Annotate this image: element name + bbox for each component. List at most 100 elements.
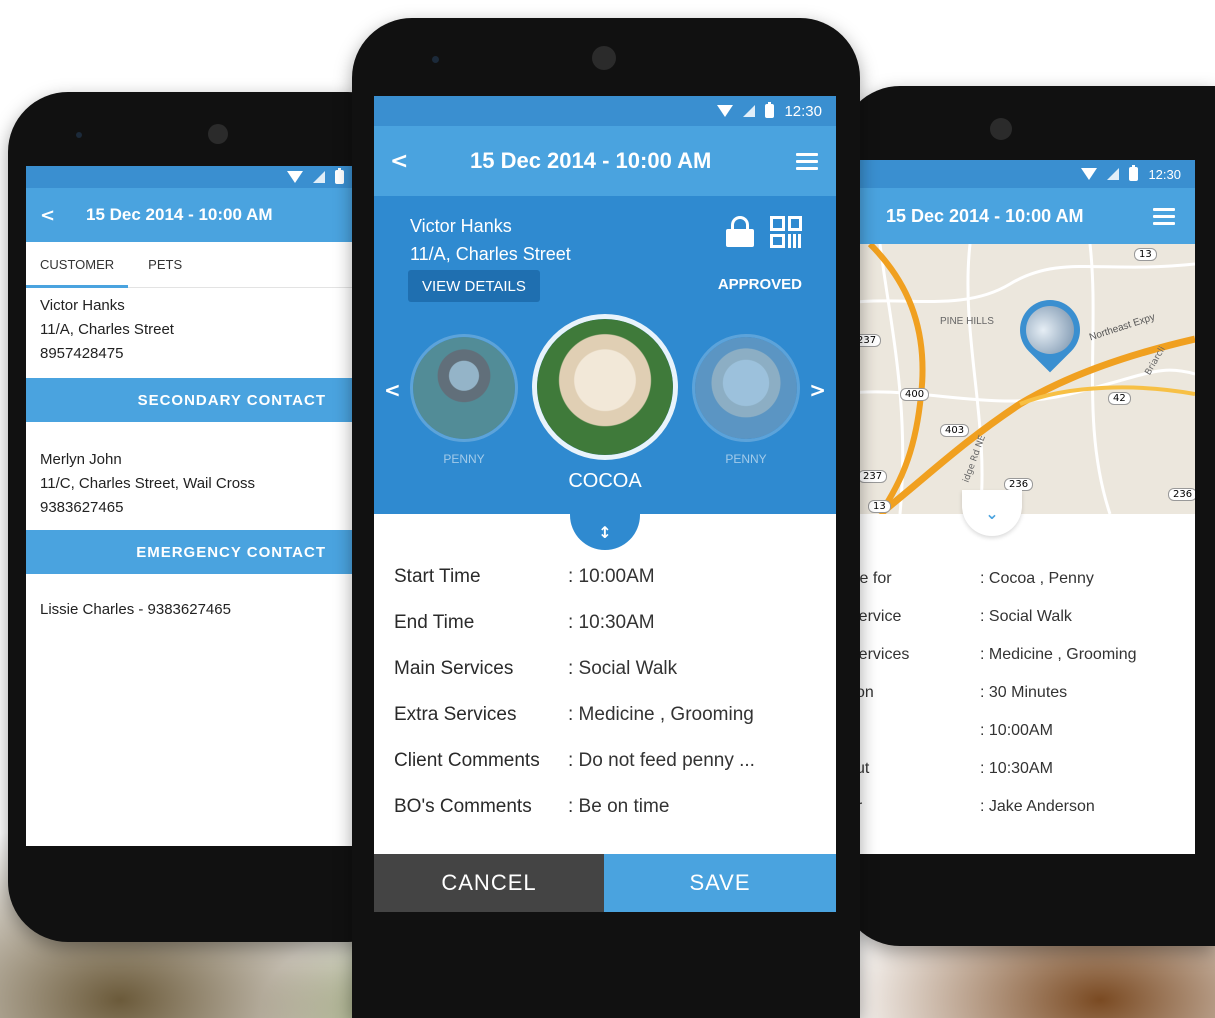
cancel-button[interactable]: CANCEL <box>374 854 604 912</box>
pet-name-right: PENNY <box>725 452 767 466</box>
center-phone: 12:30 < 15 Dec 2014 - 10:00 AM Victor Ha… <box>352 18 860 1018</box>
secondary-phone: 9383627465 <box>40 499 124 516</box>
view-details-button[interactable]: VIEW DETAILS <box>408 270 540 302</box>
detail-row: BO's Comments : Be on time <box>394 796 826 818</box>
detail-row: Client Comments: Do not feed penny ... <box>394 750 826 772</box>
speaker <box>208 124 228 144</box>
detail-row: Start Time: 10:00AM <box>394 566 826 588</box>
speaker <box>592 46 616 70</box>
info-row: in: 10:00AM <box>840 722 1195 740</box>
detail-value: : 10:00AM <box>568 566 655 587</box>
signal-icon <box>743 105 756 117</box>
route-shield: 236 <box>1168 488 1195 501</box>
pet-avatar-right[interactable] <box>692 334 800 442</box>
tab-label: CUSTOMER <box>40 257 115 272</box>
customer-address: 11/A, Charles Street <box>410 244 571 264</box>
detail-value: : Medicine , Grooming <box>568 704 754 725</box>
detail-value: : 10:30AM <box>568 612 655 633</box>
info-row: er: Jake Anderson <box>840 798 1195 816</box>
status-badge: APPROVED <box>717 276 802 293</box>
detail-key: End Time <box>394 612 475 633</box>
customer-address: 11/A, Charles Street <box>40 321 174 338</box>
wifi-icon <box>1081 168 1098 180</box>
info-value: : Social Walk <box>980 608 1072 625</box>
detail-row: Extra Services : Medicine , Grooming <box>394 704 826 726</box>
route-shield: 237 <box>858 470 888 483</box>
detail-key: BO's Comments <box>394 796 532 817</box>
app-bar: 15 Dec 2014 - 10:00 AM <box>840 188 1195 244</box>
left-screen: < 15 Dec 2014 - 10:00 AM CUSTOMER PETS V… <box>26 166 356 846</box>
map-graphic <box>840 244 1195 514</box>
page-title: 15 Dec 2014 - 10:00 AM <box>886 205 1084 226</box>
sensor <box>76 132 82 138</box>
battery-icon <box>1129 165 1139 181</box>
detail-key: Extra Services <box>394 704 517 725</box>
appointment-header: Victor Hanks 11/A, Charles Street VIEW D… <box>374 196 836 514</box>
center-screen: 12:30 < 15 Dec 2014 - 10:00 AM Victor Ha… <box>374 96 836 912</box>
customer-phone: 8957428475 <box>40 345 124 362</box>
left-phone: < 15 Dec 2014 - 10:00 AM CUSTOMER PETS V… <box>8 92 408 942</box>
lock-icon[interactable] <box>726 216 754 247</box>
info-value: : Cocoa , Penny <box>980 570 1094 587</box>
pet-avatar-left[interactable] <box>410 334 518 442</box>
tab-bar: CUSTOMER PETS <box>26 242 356 288</box>
info-value: : 10:30AM <box>980 760 1053 777</box>
status-time: 12:30 <box>784 102 822 120</box>
secondary-name: Merlyn John <box>40 451 122 468</box>
page-title: 15 Dec 2014 - 10:00 AM <box>470 148 712 173</box>
secondary-contact-heading: SECONDARY CONTACT <box>26 378 356 422</box>
battery-icon <box>765 102 775 118</box>
emergency-line: Lissie Charles - 9383627465 <box>40 601 231 618</box>
route-shield: 403 <box>940 424 970 437</box>
info-row: cut: 10:30AM <box>840 760 1195 778</box>
info-value: : Jake Anderson <box>980 798 1095 815</box>
map-view[interactable]: PINE HILLS Northeast Expy NE E idge Rd N… <box>840 244 1195 514</box>
detail-value: : Be on time <box>568 796 670 817</box>
prev-pet-button[interactable]: < <box>384 378 401 402</box>
speaker <box>990 118 1012 140</box>
save-button[interactable]: SAVE <box>604 854 836 912</box>
next-pet-button[interactable]: > <box>809 378 826 402</box>
customer-name: Victor Hanks <box>410 216 512 236</box>
app-bar: < 15 Dec 2014 - 10:00 AM <box>26 188 356 242</box>
wifi-icon <box>717 105 734 117</box>
status-bar: 12:30 <box>840 160 1195 188</box>
menu-icon[interactable] <box>1153 207 1175 225</box>
signal-icon <box>313 171 325 183</box>
info-row: tion: 30 Minutes <box>840 684 1195 702</box>
customer-info: Victor Hanks 11/A, Charles Street <box>410 212 571 268</box>
sensor <box>432 56 439 63</box>
qr-code-icon[interactable] <box>770 216 802 248</box>
back-button[interactable]: < <box>26 205 86 226</box>
signal-icon <box>1107 168 1120 180</box>
menu-icon[interactable] <box>796 152 818 170</box>
battery-icon <box>335 168 344 184</box>
pet-name-center: COCOA <box>568 470 642 492</box>
right-screen: 12:30 15 Dec 2014 - 10:00 AM PINE HILLS … <box>840 160 1195 854</box>
secondary-address: 11/C, Charles Street, Wail Cross <box>40 475 256 492</box>
back-button[interactable]: < <box>374 149 470 174</box>
customer-contact: Victor Hanks 11/A, Charles Street 895742… <box>26 294 356 366</box>
detail-key: Client Comments <box>394 750 540 771</box>
tab-customer[interactable]: CUSTOMER <box>26 242 129 288</box>
tab-label: PETS <box>148 257 183 272</box>
collapse-chevron-icon[interactable]: ↕ <box>570 514 640 550</box>
app-bar: < 15 Dec 2014 - 10:00 AM <box>374 126 836 196</box>
route-shield: 400 <box>900 388 930 401</box>
expand-chevron-down-icon[interactable]: ⌄ <box>962 490 1022 536</box>
tab-pets[interactable]: PETS <box>128 242 196 287</box>
map-label-area: PINE HILLS <box>940 316 994 327</box>
route-shield: 42 <box>1108 392 1131 405</box>
page-title: 15 Dec 2014 - 10:00 AM <box>86 205 273 224</box>
pet-avatar-center[interactable] <box>532 314 678 460</box>
wifi-icon <box>287 171 303 183</box>
detail-value: : Social Walk <box>568 658 678 679</box>
pet-name-left: PENNY <box>443 452 485 466</box>
info-row: Service: Social Walk <box>840 608 1195 626</box>
right-phone: 12:30 15 Dec 2014 - 10:00 AM PINE HILLS … <box>840 86 1215 946</box>
info-row: ice for: Cocoa , Penny <box>840 570 1195 588</box>
customer-name: Victor Hanks <box>40 297 125 314</box>
status-bar: 12:30 <box>374 96 836 126</box>
info-value: : Medicine , Grooming <box>980 646 1137 663</box>
route-shield: 13 <box>868 500 891 513</box>
